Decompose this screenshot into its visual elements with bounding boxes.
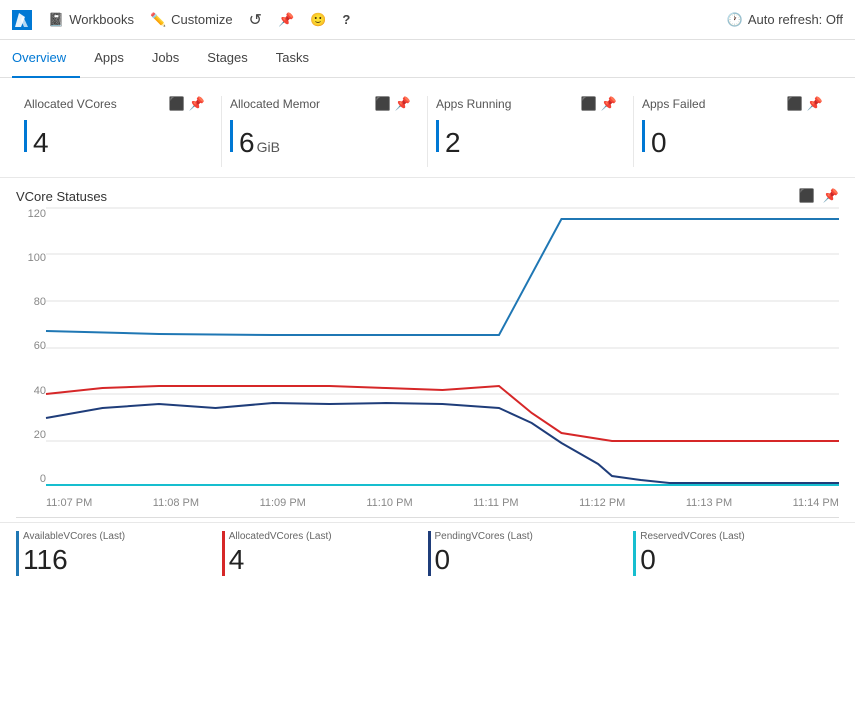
metric-number: 0	[651, 127, 667, 159]
metric-value: 2	[436, 120, 617, 159]
notebook-icon: 📓	[48, 12, 64, 28]
metric-expand-icon[interactable]: ⬛	[581, 96, 597, 112]
metric-label: Allocated Memor	[230, 97, 320, 111]
help-icon: ?	[342, 12, 350, 27]
metric-header: Allocated Memor ⬛ 📌	[230, 96, 411, 112]
metric-value: 0	[642, 120, 823, 159]
pending-vcores-line	[46, 403, 839, 483]
chart-section: VCore Statuses ⬛ 📌 0 20 40 60 80 100 120	[0, 178, 855, 518]
metric-allocated-vcores: Allocated VCores ⬛ 📌 4	[16, 96, 222, 167]
chart-header-icons: ⬛ 📌	[799, 188, 839, 204]
metric-value: 6 GiB	[230, 120, 411, 159]
metric-label: Apps Running	[436, 97, 511, 111]
chart-pin-icon[interactable]: 📌	[823, 188, 839, 204]
legend-value: 4	[229, 544, 416, 576]
workbooks-button[interactable]: 📓 Workbooks	[48, 12, 134, 28]
metrics-row: Allocated VCores ⬛ 📌 4 Allocated Memor ⬛…	[0, 78, 855, 178]
legend-label: AllocatedVCores (Last)	[229, 531, 416, 542]
metric-pin-icon[interactable]: 📌	[807, 96, 823, 112]
tab-overview[interactable]: Overview	[12, 40, 80, 78]
topbar: 📓 Workbooks ✏️ Customize ↺ 📌 🙂 ? 🕐 Auto …	[0, 0, 855, 40]
nav-tabs: Overview Apps Jobs Stages Tasks	[0, 40, 855, 78]
legend-value: 0	[435, 544, 622, 576]
azure-logo-icon	[12, 10, 32, 30]
metric-header: Allocated VCores ⬛ 📌	[24, 96, 205, 112]
available-vcores-line	[46, 219, 839, 335]
pin-button[interactable]: 📌	[278, 12, 294, 28]
metric-label: Apps Failed	[642, 97, 705, 111]
customize-button[interactable]: ✏️ Customize	[150, 12, 233, 28]
metric-pin-icon[interactable]: 📌	[601, 96, 617, 112]
tab-jobs[interactable]: Jobs	[138, 40, 193, 78]
tab-tasks[interactable]: Tasks	[262, 40, 323, 78]
tab-apps[interactable]: Apps	[80, 40, 138, 78]
tab-stages[interactable]: Stages	[193, 40, 261, 78]
autorefresh-label: Auto refresh: Off	[748, 12, 843, 27]
metric-expand-icon[interactable]: ⬛	[169, 96, 185, 112]
metric-bar	[642, 120, 645, 152]
legend-pending-vcores: PendingVCores (Last) 0	[428, 531, 634, 576]
chart-xaxis: 11:07 PM 11:08 PM 11:09 PM 11:10 PM 11:1…	[46, 489, 839, 517]
chart-title: VCore Statuses	[16, 189, 107, 204]
refresh-icon: ↺	[249, 10, 262, 30]
metric-unit: GiB	[257, 139, 280, 155]
legend-value: 116	[23, 544, 210, 576]
metric-label: Allocated VCores	[24, 97, 117, 111]
chart-svg	[46, 208, 839, 488]
metric-pin-icon[interactable]: 📌	[395, 96, 411, 112]
metric-apps-running: Apps Running ⬛ 📌 2	[428, 96, 634, 167]
pencil-icon: ✏️	[150, 12, 166, 28]
metric-header: Apps Failed ⬛ 📌	[642, 96, 823, 112]
metric-number: 6	[239, 127, 255, 159]
chart-yaxis: 0 20 40 60 80 100 120	[16, 208, 46, 487]
metric-value: 4	[24, 120, 205, 159]
emoji-icon: 🙂	[310, 12, 326, 28]
pin-icon: 📌	[278, 12, 294, 28]
autorefresh-toggle[interactable]: 🕐 Auto refresh: Off	[727, 12, 843, 28]
legend-allocated-vcores: AllocatedVCores (Last) 4	[222, 531, 428, 576]
legend-reserved-vcores: ReservedVCores (Last) 0	[633, 531, 839, 576]
legend-available-vcores: AvailableVCores (Last) 116	[16, 531, 222, 576]
metric-bar	[436, 120, 439, 152]
chart-container: 0 20 40 60 80 100 120	[16, 208, 839, 518]
chart-header: VCore Statuses ⬛ 📌	[16, 188, 839, 204]
metric-bar	[24, 120, 27, 152]
legend-row: AvailableVCores (Last) 116 AllocatedVCor…	[0, 522, 855, 584]
legend-label: ReservedVCores (Last)	[640, 531, 827, 542]
help-button[interactable]: ?	[342, 12, 350, 27]
metric-number: 4	[33, 127, 49, 159]
emoji-button[interactable]: 🙂	[310, 12, 326, 28]
metric-header: Apps Running ⬛ 📌	[436, 96, 617, 112]
metric-bar	[230, 120, 233, 152]
metric-apps-failed: Apps Failed ⬛ 📌 0	[634, 96, 839, 167]
customize-label: Customize	[171, 12, 232, 27]
metric-number: 2	[445, 127, 461, 159]
legend-value: 0	[640, 544, 827, 576]
legend-label: PendingVCores (Last)	[435, 531, 622, 542]
metric-pin-icon[interactable]: 📌	[189, 96, 205, 112]
refresh-button[interactable]: ↺	[249, 10, 262, 30]
metric-allocated-memory: Allocated Memor ⬛ 📌 6 GiB	[222, 96, 428, 167]
clock-icon: 🕐	[727, 12, 743, 28]
legend-label: AvailableVCores (Last)	[23, 531, 210, 542]
workbooks-label: Workbooks	[69, 12, 134, 27]
chart-expand-icon[interactable]: ⬛	[799, 188, 815, 204]
metric-expand-icon[interactable]: ⬛	[375, 96, 391, 112]
metric-expand-icon[interactable]: ⬛	[787, 96, 803, 112]
